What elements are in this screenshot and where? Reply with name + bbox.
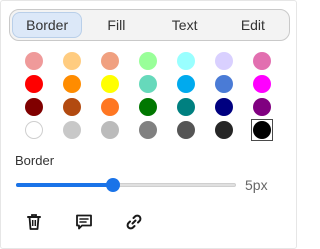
color-swatch[interactable] bbox=[167, 49, 205, 72]
selection-ring bbox=[251, 118, 273, 141]
color-swatch[interactable] bbox=[53, 95, 91, 118]
delete-button[interactable] bbox=[22, 210, 46, 234]
color-swatch[interactable] bbox=[167, 72, 205, 95]
tab-bar: Border Fill Text Edit bbox=[9, 9, 290, 41]
format-panel: Border Fill Text Edit Border 5px bbox=[0, 0, 297, 249]
color-swatch[interactable] bbox=[91, 118, 129, 141]
color-swatch[interactable] bbox=[243, 72, 281, 95]
color-swatch-dot bbox=[63, 51, 81, 70]
color-swatch[interactable] bbox=[205, 118, 243, 141]
color-swatch-dot bbox=[253, 97, 271, 116]
color-swatch[interactable] bbox=[243, 95, 281, 118]
color-swatch[interactable] bbox=[205, 49, 243, 72]
color-swatch-dot bbox=[139, 51, 157, 70]
slider-thumb[interactable] bbox=[105, 178, 120, 192]
color-swatch[interactable] bbox=[167, 95, 205, 118]
link-button[interactable] bbox=[122, 210, 146, 234]
color-swatch-selected[interactable] bbox=[243, 118, 281, 141]
tab-edit[interactable]: Edit bbox=[219, 12, 287, 38]
color-swatch[interactable] bbox=[15, 72, 53, 95]
color-swatch[interactable] bbox=[205, 95, 243, 118]
color-swatch-dot bbox=[177, 120, 195, 139]
color-swatch-dot bbox=[25, 120, 43, 139]
color-swatch-dot bbox=[139, 120, 157, 139]
color-swatch-dot bbox=[101, 120, 119, 139]
color-swatch-dot bbox=[63, 120, 81, 139]
tab-text[interactable]: Text bbox=[151, 12, 219, 38]
border-width-value: 5px bbox=[245, 177, 268, 193]
color-swatch[interactable] bbox=[205, 72, 243, 95]
color-swatch[interactable] bbox=[15, 49, 53, 72]
color-swatch-dot bbox=[253, 74, 271, 93]
color-swatch-dot bbox=[101, 51, 119, 70]
color-swatch-dot bbox=[139, 74, 157, 93]
color-swatch[interactable] bbox=[167, 118, 205, 141]
color-swatch-dot bbox=[63, 74, 81, 93]
color-swatch[interactable] bbox=[129, 72, 167, 95]
color-swatch-dot bbox=[215, 97, 233, 116]
color-swatch-dot bbox=[63, 97, 81, 116]
color-swatch[interactable] bbox=[91, 49, 129, 72]
color-swatch-dot bbox=[25, 51, 43, 70]
color-swatch-dot bbox=[253, 120, 271, 139]
color-swatch-dot bbox=[139, 97, 157, 116]
color-swatch-dot bbox=[215, 120, 233, 139]
trash-icon bbox=[27, 214, 41, 230]
color-swatch[interactable] bbox=[53, 72, 91, 95]
color-swatch[interactable] bbox=[53, 118, 91, 141]
color-swatch-dot bbox=[101, 74, 119, 93]
color-swatch-dot bbox=[101, 97, 119, 116]
slider-fill bbox=[16, 183, 113, 187]
tab-fill[interactable]: Fill bbox=[82, 12, 150, 38]
border-width-slider[interactable] bbox=[16, 178, 236, 192]
color-swatch-dot bbox=[177, 97, 195, 116]
color-swatch[interactable] bbox=[91, 95, 129, 118]
border-section-label: Border bbox=[15, 153, 55, 168]
color-swatch-grid bbox=[15, 49, 287, 141]
color-swatch[interactable] bbox=[15, 95, 53, 118]
color-swatch-dot bbox=[177, 51, 195, 70]
color-swatch-dot bbox=[25, 74, 43, 93]
comment-icon bbox=[76, 214, 92, 230]
color-swatch-dot bbox=[177, 74, 195, 93]
tab-border[interactable]: Border bbox=[12, 12, 83, 38]
color-swatch-dot bbox=[253, 51, 271, 70]
link-icon bbox=[126, 214, 142, 230]
color-swatch-dot bbox=[215, 51, 233, 70]
color-swatch[interactable] bbox=[15, 118, 53, 141]
color-swatch-dot bbox=[25, 97, 43, 116]
color-swatch[interactable] bbox=[91, 72, 129, 95]
comment-button[interactable] bbox=[72, 210, 96, 234]
color-swatch[interactable] bbox=[129, 95, 167, 118]
color-swatch-dot bbox=[215, 74, 233, 93]
color-swatch[interactable] bbox=[129, 118, 167, 141]
color-swatch[interactable] bbox=[243, 49, 281, 72]
color-swatch[interactable] bbox=[129, 49, 167, 72]
color-swatch[interactable] bbox=[53, 49, 91, 72]
